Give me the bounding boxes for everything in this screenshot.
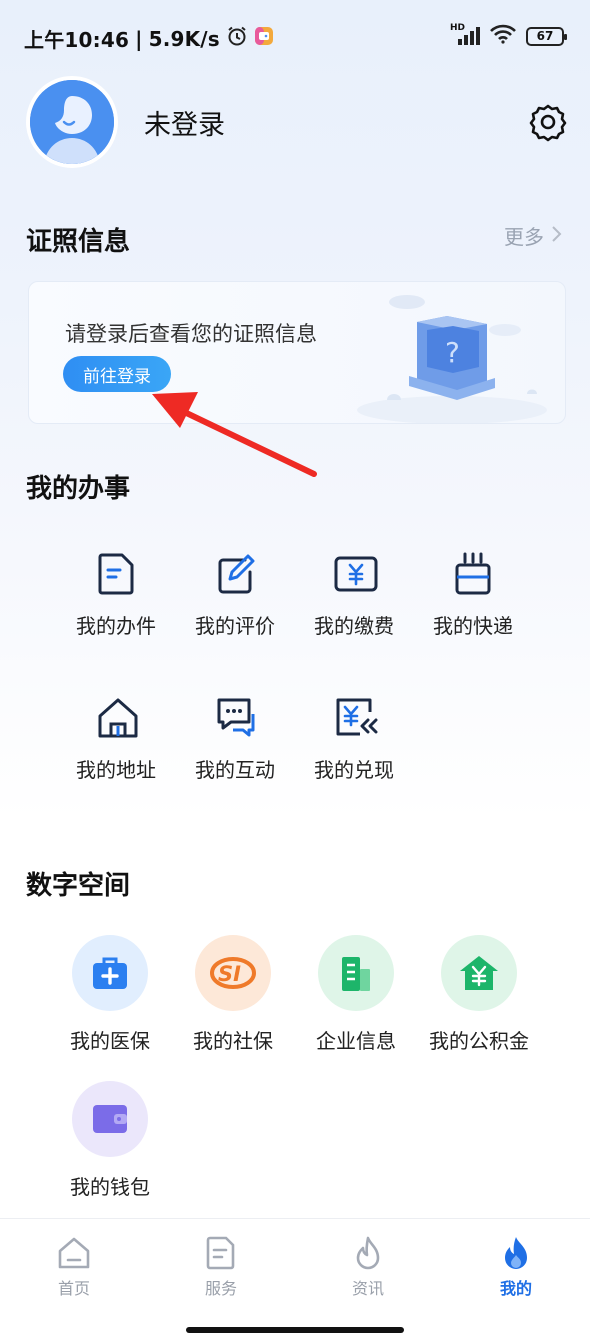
affair-label: 我的互动	[195, 758, 275, 782]
wifi-icon	[490, 24, 516, 48]
medical-kit-icon	[72, 935, 148, 1011]
settings-gear-icon[interactable]	[528, 102, 568, 142]
tab-news[interactable]: 资讯	[318, 1235, 418, 1299]
digital-label: 我的社保	[193, 1029, 273, 1053]
digital-label: 我的公积金	[429, 1029, 529, 1053]
my-affairs-title: 我的办事	[26, 474, 131, 504]
cellular-signal-icon: HD	[450, 23, 480, 47]
status-time: 上午10:46	[24, 28, 130, 52]
avatar[interactable]	[26, 76, 118, 168]
affair-item-payments[interactable]: 我的缴费	[295, 552, 413, 639]
more-label[interactable]: 更多	[504, 221, 544, 250]
yuan-return-icon	[334, 696, 378, 740]
chat-icon	[215, 696, 255, 740]
alarm-icon	[226, 25, 248, 52]
tab-label: 我的	[499, 1279, 532, 1298]
affair-label: 我的快递	[433, 614, 513, 638]
home-indicator[interactable]	[186, 1327, 404, 1333]
edit-icon	[215, 552, 255, 596]
status-left: 上午10:46 | 5.9K/s	[24, 24, 274, 53]
tab-mine[interactable]: 我的	[466, 1235, 566, 1299]
login-button[interactable]: 前往登录	[63, 356, 171, 392]
digital-space-title: 数字空间	[26, 871, 131, 901]
home-tab-icon	[56, 1235, 92, 1271]
flame-outline-icon	[350, 1235, 386, 1271]
affair-item-reviews[interactable]: 我的评价	[176, 552, 294, 639]
social-security-icon: SI	[195, 935, 271, 1011]
digital-item-wallet[interactable]: 我的钱包	[51, 1081, 169, 1200]
empty-box-illustration: ?	[347, 282, 565, 423]
tab-label: 资讯	[351, 1279, 384, 1298]
profile-header[interactable]: 未登录	[26, 76, 225, 168]
login-status[interactable]: 未登录	[144, 103, 225, 142]
wallet-icon	[72, 1081, 148, 1157]
digital-item-social-security[interactable]: SI 我的社保	[174, 935, 292, 1054]
svg-text:?: ?	[445, 336, 460, 369]
affair-item-redemption[interactable]: 我的兑现	[295, 696, 413, 783]
battery-indicator: 67	[526, 26, 567, 46]
network-speed: 5.9K/s	[148, 26, 220, 51]
digital-label: 我的医保	[70, 1029, 150, 1053]
tab-label: 服务	[204, 1279, 237, 1298]
bottom-tab-bar: 首页 服务 资讯 我的	[0, 1218, 590, 1343]
more-link[interactable]: 更多	[504, 221, 562, 250]
house-icon	[96, 696, 138, 740]
affair-label: 我的缴费	[314, 614, 394, 638]
tab-label: 首页	[57, 1279, 90, 1298]
digital-item-enterprise[interactable]: 企业信息	[297, 935, 415, 1054]
affair-label: 我的评价	[195, 614, 275, 638]
flame-filled-icon	[498, 1235, 534, 1271]
digital-label: 企业信息	[316, 1029, 396, 1053]
tab-home[interactable]: 首页	[24, 1235, 124, 1299]
game-app-icon	[254, 26, 274, 51]
status-bar: 上午10:46 | 5.9K/s HD 67	[0, 0, 590, 76]
status-right: HD 67	[450, 23, 567, 48]
affair-item-address[interactable]: 我的地址	[57, 696, 175, 783]
service-tab-icon	[203, 1235, 239, 1271]
house-yuan-icon	[441, 935, 517, 1011]
svg-text:SI: SI	[218, 962, 241, 986]
affair-item-delivery[interactable]: 我的快递	[414, 552, 532, 639]
certificates-title: 证照信息	[26, 227, 131, 257]
building-icon	[318, 935, 394, 1011]
affair-label: 我的兑现	[314, 758, 394, 782]
affair-label: 我的地址	[76, 758, 156, 782]
affair-item-interaction[interactable]: 我的互动	[176, 696, 294, 783]
certificate-prompt: 请登录后查看您的证照信息	[65, 322, 317, 346]
document-icon	[96, 552, 136, 596]
tab-service[interactable]: 服务	[171, 1235, 271, 1299]
digital-item-medical[interactable]: 我的医保	[51, 935, 169, 1054]
digital-label: 我的钱包	[70, 1175, 150, 1199]
yuan-card-icon	[334, 552, 378, 596]
affair-label: 我的办件	[76, 614, 156, 638]
annotation-arrow	[152, 392, 317, 477]
chevron-right-icon	[550, 224, 562, 248]
digital-item-housing-fund[interactable]: 我的公积金	[420, 935, 538, 1054]
package-icon	[453, 552, 493, 596]
affair-item-documents[interactable]: 我的办件	[57, 552, 175, 639]
